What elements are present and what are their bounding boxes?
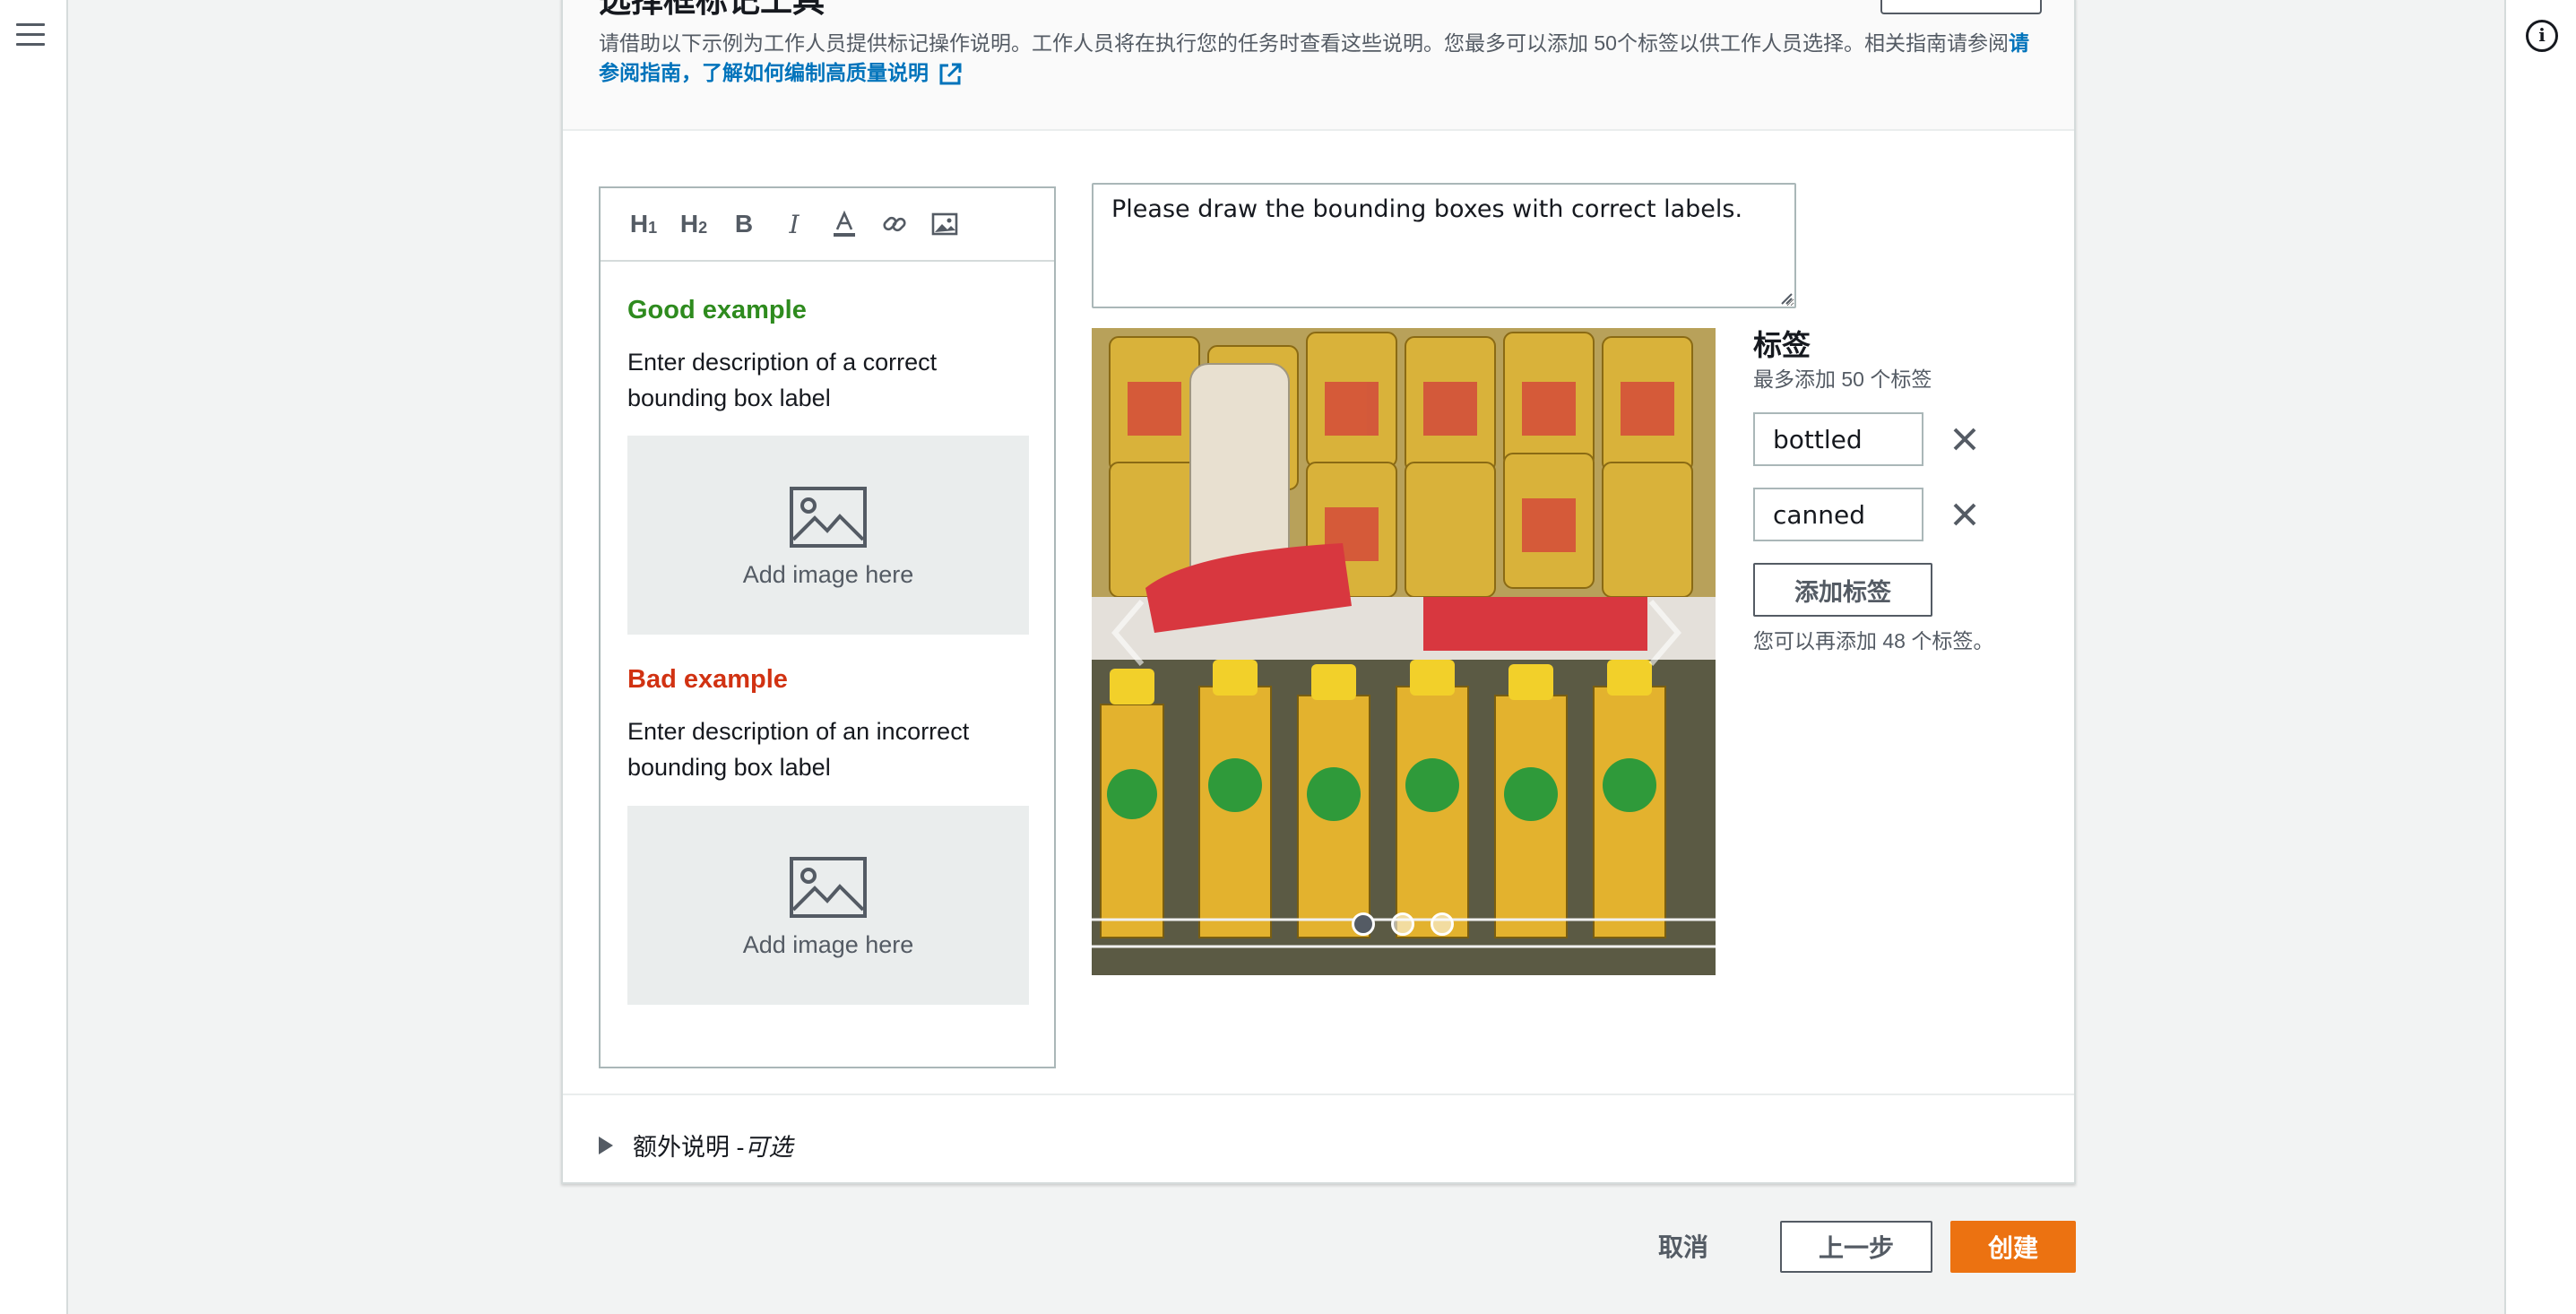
labeling-tool-panel: 选择框标记工具 请借助以下示例为工作人员提供标记操作说明。工作人员将在执行您的任… — [561, 0, 2076, 1184]
labels-title: 标签 — [1753, 329, 1811, 361]
carousel-dot-1[interactable] — [1352, 912, 1375, 936]
labels-remaining-text: 您可以再添加 48 个标签。 — [1753, 629, 1994, 653]
font-color-icon[interactable] — [825, 206, 864, 242]
heading2-button[interactable]: H2 — [674, 206, 713, 242]
instructions-description: 请借助以下示例为工作人员提供标记操作说明。工作人员将在执行您的任务时查看这些说明… — [599, 29, 2033, 88]
hamburger-menu-icon[interactable] — [16, 23, 45, 47]
create-button[interactable]: 创建 — [1950, 1221, 2076, 1273]
italic-button[interactable]: I — [774, 206, 814, 242]
editor-toolbar: H1 H2 B I — [601, 188, 1054, 262]
good-example-image-placeholder[interactable]: Add image here — [627, 436, 1029, 635]
bad-example-heading: Bad example — [627, 665, 788, 694]
panel-footer: 额外说明 - 可选 — [563, 1094, 2074, 1186]
resize-handle-icon[interactable] — [1780, 292, 1793, 305]
expand-caret-icon — [599, 1136, 613, 1154]
carousel-indicators — [1352, 912, 1454, 936]
cancel-button[interactable]: 取消 — [1658, 1228, 1708, 1264]
add-image-label: Add image here — [742, 561, 914, 588]
optional-label: 可选 — [744, 1134, 793, 1161]
labels-limit-hint: 最多添加 50 个标签 — [1753, 367, 1932, 391]
carousel-prev-arrow-icon[interactable] — [1106, 597, 1151, 669]
add-label-button[interactable]: 添加标签 — [1753, 563, 1932, 617]
external-link-icon[interactable] — [938, 62, 963, 87]
right-help-rail: i — [2504, 0, 2576, 1314]
bad-example-description[interactable]: Enter description of an incorrect boundi… — [627, 713, 1040, 785]
label-input-canned[interactable] — [1753, 488, 1923, 541]
remove-label-icon[interactable] — [1949, 498, 1981, 531]
bold-button[interactable]: B — [724, 206, 764, 242]
info-icon[interactable]: i — [2526, 20, 2558, 52]
preview-button[interactable] — [1880, 0, 2042, 14]
heading1-button[interactable]: H1 — [624, 206, 663, 242]
image-placeholder-icon — [790, 857, 867, 918]
carousel-next-arrow-icon[interactable] — [1642, 597, 1687, 669]
link-icon[interactable] — [875, 206, 914, 242]
carousel-dot-3[interactable] — [1431, 912, 1454, 936]
add-image-label: Add image here — [742, 931, 914, 958]
good-example-description[interactable]: Enter description of a correct bounding … — [627, 344, 1040, 416]
previous-step-button[interactable]: 上一步 — [1780, 1221, 1932, 1273]
instruction-rich-text-editor[interactable]: H1 H2 B I Good example Enter description… — [599, 186, 1056, 1068]
additional-instructions-label: 额外说明 - — [633, 1134, 745, 1161]
image-icon[interactable] — [925, 206, 964, 242]
sample-image-carousel[interactable] — [1092, 328, 1716, 975]
description-text: 请借助以下示例为工作人员提供标记操作说明。工作人员将在执行您的任务时查看这些说明… — [599, 31, 2009, 55]
label-input-bottled[interactable] — [1753, 412, 1923, 466]
additional-instructions-toggle[interactable]: 额外说明 - 可选 — [599, 1128, 793, 1163]
panel-title: 选择框标记工具 — [599, 0, 826, 19]
image-placeholder-icon — [790, 487, 867, 548]
carousel-dot-2[interactable] — [1391, 912, 1414, 936]
panel-header: 选择框标记工具 请借助以下示例为工作人员提供标记操作说明。工作人员将在执行您的任… — [563, 0, 2074, 131]
left-navigation-rail — [0, 0, 68, 1314]
short-instructions-textarea[interactable]: Please draw the bounding boxes with corr… — [1092, 183, 1796, 308]
good-example-heading: Good example — [627, 296, 807, 324]
vending-shelf-photo — [1092, 328, 1716, 975]
bad-example-image-placeholder[interactable]: Add image here — [627, 806, 1029, 1005]
remove-label-icon[interactable] — [1949, 423, 1981, 455]
